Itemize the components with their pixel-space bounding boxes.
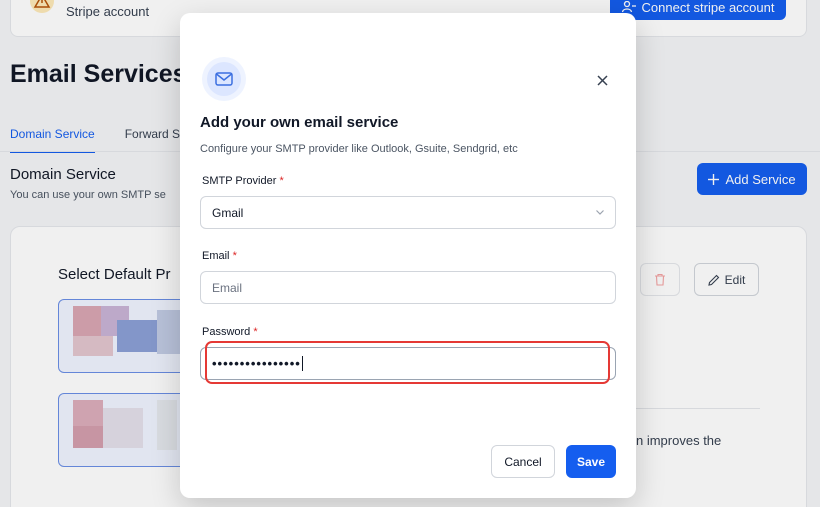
close-icon <box>596 74 608 86</box>
required-mark: * <box>253 326 258 338</box>
required-mark: * <box>279 175 284 187</box>
modal-icon-badge <box>202 57 246 101</box>
add-email-service-modal: Add your own email service Configure you… <box>180 13 636 498</box>
smtp-provider-label: SMTP Provider * <box>202 175 284 187</box>
cancel-button[interactable]: Cancel <box>491 445 555 478</box>
save-button[interactable]: Save <box>566 445 616 478</box>
smtp-provider-value: Gmail <box>212 205 244 220</box>
close-button[interactable] <box>592 70 612 90</box>
modal-subtitle: Configure your SMTP provider like Outloo… <box>200 143 518 155</box>
chevron-down-icon <box>596 210 604 215</box>
email-field[interactable]: Email <box>200 271 616 304</box>
required-mark: * <box>232 250 237 262</box>
email-placeholder: Email <box>212 280 243 295</box>
modal-title: Add your own email service <box>200 114 399 131</box>
password-highlight-annotation <box>205 341 610 384</box>
smtp-provider-select[interactable]: Gmail <box>200 196 616 229</box>
password-label: Password * <box>202 326 258 338</box>
email-label: Email * <box>202 250 237 262</box>
mail-icon <box>215 72 233 86</box>
